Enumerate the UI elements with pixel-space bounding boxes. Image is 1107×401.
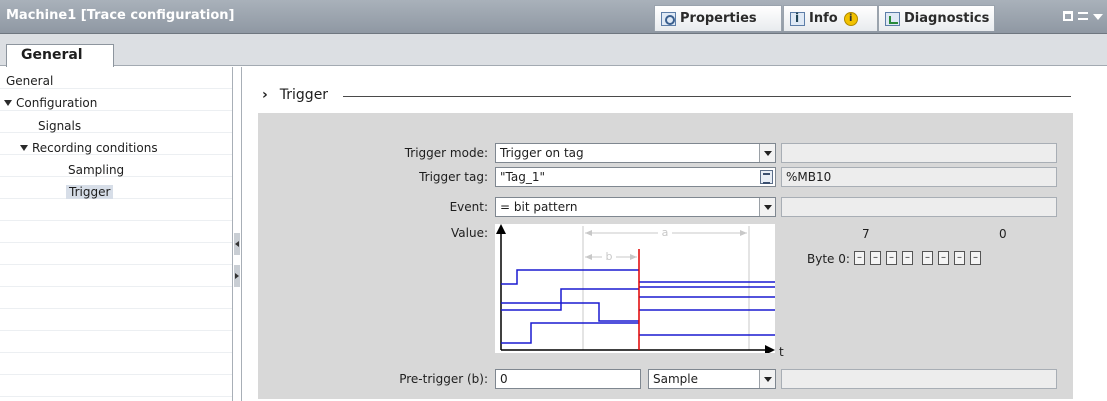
info-icon [790, 11, 805, 26]
trigger-tag-address: %MB10 [781, 167, 1057, 187]
bit-lsb-label: 0 [999, 227, 1007, 241]
tab-info[interactable]: Info i [783, 5, 878, 31]
window-title: Machine1 [Trace configuration] [6, 8, 235, 23]
trigger-tag-input[interactable]: "Tag_1" [495, 167, 776, 187]
event-label: Event: [449, 200, 488, 214]
b-label: b [606, 250, 613, 263]
tab-properties-label: Properties [680, 11, 757, 26]
collapse-left-icon[interactable] [234, 233, 240, 255]
event-value: = bit pattern [500, 200, 578, 214]
nav-item-recording-conditions[interactable]: Recording conditions [20, 141, 158, 155]
diagnostics-icon [885, 11, 900, 26]
expand-arrow-icon[interactable] [20, 145, 28, 151]
bit-7-toggle[interactable]: – [854, 251, 865, 265]
float-window-icon[interactable] [1063, 11, 1073, 21]
trigger-mode-side-field [781, 143, 1057, 163]
bit-2-toggle[interactable]: – [938, 251, 949, 265]
nav-item-configuration-label: Configuration [16, 96, 98, 110]
title-bar: Machine1 [Trace configuration] Propertie… [0, 0, 1107, 34]
navigation-tree: General Configuration Signals Recording … [0, 67, 232, 401]
bit-5-toggle[interactable]: – [886, 251, 897, 265]
dropdown-arrow-icon[interactable] [759, 198, 775, 216]
trigger-mode-select[interactable]: Trigger on tag [495, 143, 776, 163]
nav-item-trigger[interactable]: Trigger [66, 185, 114, 199]
nav-item-general[interactable]: General [6, 74, 53, 88]
tab-properties[interactable]: Properties [654, 5, 782, 31]
tab-info-label: Info [809, 11, 838, 26]
nav-item-recording-conditions-label: Recording conditions [32, 141, 158, 155]
nav-item-sampling[interactable]: Sampling [68, 163, 124, 177]
bit-4-toggle[interactable]: – [902, 251, 913, 265]
dropdown-arrow-icon[interactable] [759, 370, 775, 388]
expand-right-icon[interactable] [234, 265, 240, 287]
pane-splitter[interactable] [232, 67, 242, 401]
pretrigger-input[interactable]: 0 [495, 369, 641, 389]
value-label: Value: [451, 226, 488, 240]
tab-diagnostics[interactable]: Diagnostics [878, 5, 995, 31]
tab-general[interactable]: General [6, 44, 114, 67]
pretrigger-unit-select[interactable]: Sample [648, 369, 776, 389]
trigger-mode-value: Trigger on tag [500, 146, 584, 160]
trigger-tag-value: "Tag_1" [500, 170, 545, 184]
bit-6-toggle[interactable]: – [870, 251, 881, 265]
chevron-right-icon[interactable]: › [262, 87, 268, 103]
section-divider [343, 96, 1071, 97]
timing-diagram-svg: a b [496, 224, 775, 355]
pretrigger-label: Pre-trigger (b): [399, 372, 488, 386]
section-header[interactable]: › Trigger [262, 87, 328, 103]
pretrigger-side-field [781, 369, 1057, 389]
byte-label: Byte 0: [807, 252, 850, 266]
nav-item-signals[interactable]: Signals [38, 119, 81, 133]
tag-list-icon[interactable] [760, 170, 773, 184]
expand-arrow-icon[interactable] [4, 100, 12, 106]
trigger-tag-label: Trigger tag: [419, 170, 488, 184]
bit-msb-label: 7 [862, 227, 870, 241]
dropdown-arrow-icon[interactable] [759, 144, 775, 162]
info-badge-icon: i [843, 11, 858, 26]
pretrigger-unit-value: Sample [653, 372, 698, 386]
tab-strip: General [0, 34, 1107, 67]
trigger-timing-diagram: a b [495, 224, 775, 355]
minimize-icon[interactable] [1078, 12, 1088, 20]
tab-diagnostics-label: Diagnostics [904, 11, 990, 26]
bit-1-toggle[interactable]: – [954, 251, 965, 265]
magnifier-icon [661, 11, 676, 26]
bit-3-toggle[interactable]: – [922, 251, 933, 265]
nav-item-configuration[interactable]: Configuration [4, 96, 97, 110]
section-title: Trigger [279, 87, 329, 103]
window-menu-icon[interactable] [1093, 14, 1103, 20]
a-label: a [662, 226, 669, 239]
trigger-mode-label: Trigger mode: [404, 146, 488, 160]
event-side-field [781, 197, 1057, 217]
time-axis-label: t [779, 345, 784, 359]
event-select[interactable]: = bit pattern [495, 197, 776, 217]
bit-0-toggle[interactable]: – [970, 251, 981, 265]
